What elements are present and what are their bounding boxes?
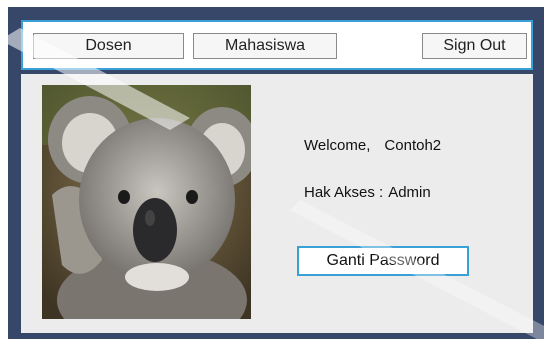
welcome-label: Welcome, <box>304 137 371 154</box>
mahasiswa-button[interactable]: Mahasiswa <box>193 33 337 59</box>
main-window: Dosen Mahasiswa Sign Out Welcome, Contoh… <box>8 7 544 339</box>
sign-out-button[interactable]: Sign Out <box>422 33 527 59</box>
welcome-row: Welcome, Contoh2 <box>304 137 441 154</box>
hak-akses-value: Admin <box>388 184 431 201</box>
hak-akses-row: Hak Akses : Admin <box>304 184 431 201</box>
nav-bar: Dosen Mahasiswa Sign Out <box>21 20 533 70</box>
koala-photo-icon <box>42 85 251 319</box>
koala-photo-drawing <box>42 85 251 319</box>
content-panel: Welcome, Contoh2 Hak Akses : Admin Ganti P… <box>21 74 533 333</box>
ganti-password-button[interactable]: Ganti Password <box>297 246 469 276</box>
hak-akses-label: Hak Akses : <box>304 184 384 201</box>
dosen-button[interactable]: Dosen <box>33 33 184 59</box>
username-value: Contoh2 <box>384 137 442 154</box>
